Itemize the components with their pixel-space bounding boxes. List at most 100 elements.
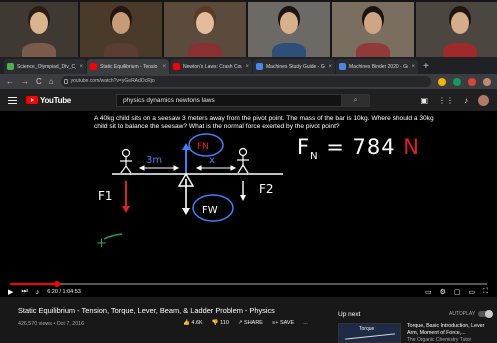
browser-tab[interactable]: Machines Binder 2020 - Go ×: [336, 59, 418, 74]
like-count: 4.6K: [191, 320, 203, 326]
favicon-icon: [173, 63, 180, 70]
browser-tab[interactable]: Science_Olympiad_Div_C_2 ×: [4, 59, 86, 74]
share-label: SHARE: [244, 320, 263, 326]
fullscreen-icon[interactable]: ⛶: [483, 288, 488, 296]
star-icon[interactable]: [438, 77, 446, 86]
share-button[interactable]: ↗ SHARE: [238, 320, 263, 326]
participant-video[interactable]: [416, 2, 497, 57]
time-current: 6:20: [47, 289, 58, 295]
settings-icon[interactable]: ⚙: [440, 288, 446, 296]
like-button[interactable]: 👍 4.6K: [183, 320, 203, 326]
new-tab-button[interactable]: +: [423, 59, 429, 74]
forward-icon[interactable]: →: [21, 77, 29, 86]
participant-face: [450, 12, 469, 34]
close-icon[interactable]: ×: [411, 64, 415, 70]
tab-title: Newton's Laws: Crash Cou: [183, 63, 243, 70]
favicon-icon: [7, 63, 14, 70]
f1-label: F1: [98, 189, 113, 203]
fn-equation: FN = 784 N: [297, 135, 420, 162]
search-button[interactable]: ⌕: [341, 93, 370, 107]
address-bar[interactable]: youtube.com/watch?v=yGeRAdOcRjo: [60, 76, 431, 87]
participant-body: [272, 43, 306, 57]
browser-toolbar: ← → C ⌂ youtube.com/watch?v=yGeRAdOcRjo: [0, 74, 497, 89]
participant-video[interactable]: [0, 2, 78, 57]
participant-video[interactable]: [80, 2, 162, 57]
player-controls: ▶ ⏭ ♪ 6:20 / 1:04:53 ▭ ⚙ ▢ ▭ ⛶: [8, 287, 488, 297]
up-next-thumbnail[interactable]: Torque: [338, 323, 401, 343]
participant-body: [22, 43, 56, 57]
progress-bar[interactable]: [10, 281, 487, 287]
video-details: Static Equilibrium - Tension, Torque, Le…: [0, 297, 497, 343]
participant-body: [188, 43, 222, 57]
tab-title: Machines Binder 2020 - Go: [349, 63, 409, 70]
youtube-logo[interactable]: YouTube: [26, 96, 71, 105]
theater-icon[interactable]: ▭: [468, 288, 475, 296]
youtube-play-icon: [26, 96, 38, 104]
header-actions: ▣ ⋮⋮ ♪: [420, 94, 489, 106]
back-icon[interactable]: ←: [6, 77, 14, 86]
close-icon[interactable]: ×: [79, 64, 83, 70]
home-icon[interactable]: ⌂: [49, 77, 54, 86]
avatar[interactable]: [478, 94, 489, 106]
play-icon[interactable]: ▶: [8, 288, 13, 296]
up-next-title[interactable]: Torque, Basic Introduction, Lever Arm, M…: [407, 323, 495, 336]
extension-icon[interactable]: [453, 77, 461, 86]
search-input[interactable]: physics dynamics newtons laws: [115, 93, 342, 107]
screen: Science_Olympiad_Div_C_2 × Static Equilibr…: [0, 0, 497, 343]
participant-body: [356, 43, 390, 57]
close-icon[interactable]: ×: [162, 64, 166, 70]
autoplay-control[interactable]: AUTOPLAY: [449, 310, 494, 318]
more-button[interactable]: ...: [303, 320, 308, 326]
distance-arrows: [138, 165, 237, 171]
next-icon[interactable]: ⏭: [21, 288, 27, 296]
share-icon: ↗: [237, 320, 243, 326]
thumbnail-label: Torque: [359, 326, 375, 332]
extension-icon[interactable]: [468, 77, 476, 86]
participant-video[interactable]: [332, 2, 414, 57]
video-player[interactable]: A 40kg child sits on a seesaw 3 meters a…: [0, 111, 497, 297]
dislike-count: 110: [220, 320, 229, 326]
participant-face: [280, 12, 298, 34]
close-icon[interactable]: ×: [328, 64, 332, 70]
up-next-channel: The Organic Chemistry Tutor: [407, 337, 472, 343]
tab-title: Static Equilibrium - Tensio: [100, 63, 158, 70]
youtube-header: YouTube physics dynamics newtons laws ⌕ …: [0, 89, 497, 111]
time-display: 6:20 / 1:04:53: [47, 289, 81, 295]
f2-label: F2: [259, 182, 274, 196]
url-text: youtube.com/watch?v=yGeRAdOcRjo: [70, 78, 155, 84]
reload-icon[interactable]: C: [36, 77, 42, 86]
browser-tab-bar: Science_Olympiad_Div_C_2 × Static Equilibr…: [0, 57, 497, 74]
favicon-icon: [90, 63, 97, 70]
browser-tab[interactable]: Newton's Laws: Crash Cou ×: [170, 59, 252, 74]
dislike-icon: 👎: [211, 320, 219, 326]
create-icon[interactable]: ▣: [420, 96, 428, 105]
participant-video[interactable]: [164, 2, 246, 57]
subtitles-icon[interactable]: ▭: [425, 288, 432, 296]
profile-icon[interactable]: [483, 77, 491, 86]
miniplayer-icon[interactable]: ▢: [454, 288, 461, 296]
tab-title: Science_Olympiad_Div_C_2: [17, 63, 77, 70]
participant-face: [30, 12, 48, 34]
bell-icon[interactable]: ♪: [464, 96, 468, 105]
video-meta: 426,570 views • Oct 7, 2016: [18, 321, 85, 327]
fn-unit: N: [403, 135, 421, 159]
apps-icon[interactable]: ⋮⋮: [438, 96, 454, 105]
menu-icon[interactable]: [8, 96, 17, 104]
autoplay-label: AUTOPLAY: [449, 311, 476, 317]
dislike-button[interactable]: 👎 110: [212, 320, 229, 326]
volume-icon[interactable]: ♪: [36, 289, 40, 296]
close-icon[interactable]: ×: [245, 64, 249, 70]
autoplay-toggle[interactable]: [478, 310, 494, 318]
favicon-icon: [339, 63, 346, 70]
fn-equation-value: = 784: [318, 135, 404, 159]
fn-equation-prefix: F: [297, 135, 311, 159]
save-button[interactable]: ≡+ SAVE: [272, 320, 294, 326]
participant-body: [104, 43, 138, 57]
up-next-heading: Up next: [338, 311, 361, 318]
browser-tab[interactable]: Static Equilibrium - Tensio ×: [87, 59, 169, 74]
save-label: SAVE: [279, 320, 295, 326]
browser-tab[interactable]: Machines Study Guide - Go ×: [253, 59, 335, 74]
participant-video[interactable]: [248, 2, 330, 57]
child-left-figure: [120, 148, 132, 174]
participant-face: [112, 12, 130, 34]
